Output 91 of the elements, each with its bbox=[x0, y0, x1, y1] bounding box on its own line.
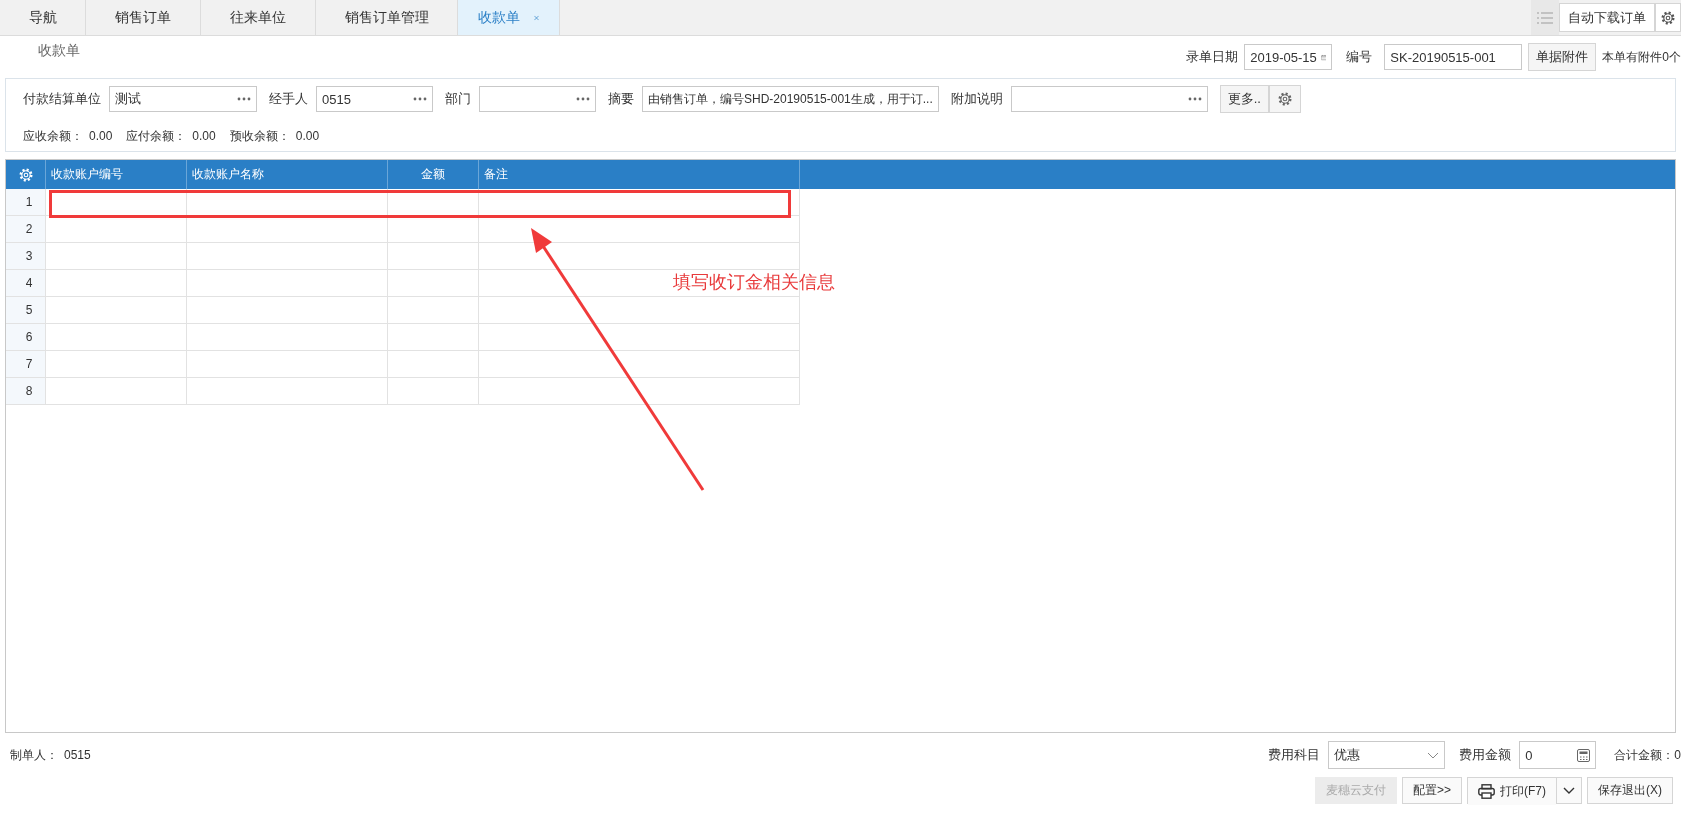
grid-cell[interactable] bbox=[46, 216, 187, 243]
tab[interactable]: 往来单位 bbox=[201, 0, 316, 35]
row-number: 8 bbox=[6, 378, 46, 405]
grid-cell[interactable] bbox=[187, 351, 388, 378]
fee-amount-field[interactable]: 0 bbox=[1519, 741, 1597, 769]
creator-label: 制单人： bbox=[10, 747, 58, 762]
grid-cell[interactable] bbox=[187, 297, 388, 324]
input-field[interactable] bbox=[479, 86, 596, 112]
balance-value: 0.00 bbox=[192, 129, 216, 143]
list-icon[interactable] bbox=[1537, 11, 1553, 24]
grid-cell[interactable] bbox=[479, 351, 800, 378]
tab[interactable]: 收款单 bbox=[458, 0, 560, 35]
more-icon[interactable] bbox=[1187, 97, 1202, 101]
grid-cell[interactable] bbox=[388, 378, 479, 405]
row-number: 7 bbox=[6, 351, 46, 378]
row-number: 4 bbox=[6, 270, 46, 297]
printer-icon[interactable] bbox=[1478, 784, 1495, 799]
grid-cell[interactable] bbox=[388, 351, 479, 378]
total-label: 合计金额： bbox=[1614, 747, 1675, 762]
grid-cell[interactable] bbox=[46, 189, 187, 216]
grid-cell[interactable] bbox=[479, 378, 800, 405]
column-header: 金额 bbox=[388, 160, 479, 189]
settings-icon[interactable] bbox=[1277, 91, 1293, 107]
attachment-note: 本单有附件0个 bbox=[1602, 48, 1681, 66]
more-button[interactable]: 更多.. bbox=[1219, 85, 1269, 113]
row-number: 3 bbox=[6, 243, 46, 270]
grid-cell[interactable] bbox=[187, 270, 388, 297]
more-icon[interactable] bbox=[413, 97, 427, 101]
balance-label: 应收余额： bbox=[23, 129, 83, 143]
number-label: 编号 bbox=[1346, 48, 1373, 66]
fee-subject-select[interactable]: 优惠 bbox=[1328, 741, 1446, 769]
grid-cell[interactable] bbox=[479, 297, 800, 324]
grid-cell[interactable] bbox=[388, 243, 479, 270]
action-button[interactable]: 保存退出(X) bbox=[1587, 777, 1673, 804]
date-label: 录单日期 bbox=[1186, 48, 1239, 66]
grid-cell[interactable] bbox=[388, 216, 479, 243]
column-header: 备注 bbox=[479, 160, 800, 189]
grid-cell[interactable] bbox=[187, 216, 388, 243]
grid-cell[interactable] bbox=[388, 297, 479, 324]
download-orders-button[interactable]: 自动下载订单 bbox=[1559, 3, 1655, 32]
balance-value: 0.00 bbox=[295, 129, 320, 143]
grid-cell[interactable] bbox=[388, 324, 479, 351]
chevron-down-icon[interactable] bbox=[1563, 787, 1575, 794]
total-value: 0 bbox=[1674, 747, 1681, 762]
balance-label: 应付余额： bbox=[126, 129, 187, 143]
grid-cell[interactable] bbox=[46, 378, 187, 405]
input-field[interactable] bbox=[1010, 86, 1208, 112]
tab[interactable]: 导航 bbox=[0, 0, 86, 35]
grid-cell[interactable] bbox=[187, 243, 388, 270]
grid-cell[interactable] bbox=[479, 270, 800, 297]
grid-cell[interactable] bbox=[479, 324, 800, 351]
row-number: 5 bbox=[6, 297, 46, 324]
field-label: 部门 bbox=[445, 90, 471, 108]
grid-cell[interactable] bbox=[46, 351, 187, 378]
balance-label: 预收余额： bbox=[229, 129, 290, 143]
creator-value: 0515 bbox=[64, 747, 91, 762]
more-icon[interactable] bbox=[237, 97, 251, 101]
action-button[interactable]: 配置>> bbox=[1402, 777, 1462, 804]
attachment-button[interactable]: 单据附件 bbox=[1528, 43, 1597, 71]
grid-cell[interactable] bbox=[388, 270, 479, 297]
input-field[interactable]: 0515 bbox=[316, 86, 433, 112]
calculator-icon[interactable] bbox=[1577, 748, 1591, 762]
row-number: 1 bbox=[6, 189, 46, 216]
field-label: 付款结算单位 bbox=[23, 90, 101, 108]
number-field[interactable]: SK-20190515-001 bbox=[1384, 44, 1523, 70]
page-title: 收款单 bbox=[38, 42, 80, 60]
fee-amount-label: 费用金额 bbox=[1459, 746, 1512, 764]
column-settings-icon[interactable] bbox=[17, 166, 34, 183]
column-header: 收款账户名称 bbox=[187, 160, 388, 189]
tab[interactable]: 销售订单 bbox=[86, 0, 201, 35]
field-label: 摘要 bbox=[608, 90, 634, 108]
field-label: 附加说明 bbox=[950, 90, 1003, 108]
more-icon[interactable] bbox=[576, 97, 590, 101]
balance-value: 0.00 bbox=[89, 129, 113, 143]
input-field[interactable]: 测试 bbox=[109, 86, 257, 112]
grid-cell[interactable] bbox=[187, 378, 388, 405]
fee-subject-label: 费用科目 bbox=[1268, 746, 1321, 764]
row-number: 6 bbox=[6, 324, 46, 351]
settings-icon[interactable] bbox=[1660, 9, 1676, 26]
column-header: 收款账户编号 bbox=[46, 160, 187, 189]
grid-cell[interactable] bbox=[46, 270, 187, 297]
row-number: 2 bbox=[6, 216, 46, 243]
print-button[interactable]: 打印(F7) bbox=[1468, 778, 1556, 805]
grid-cell[interactable] bbox=[46, 297, 187, 324]
input-field[interactable]: 由销售订单，编号SHD-20190515-001生成，用于订... bbox=[642, 86, 939, 112]
grid-cell[interactable] bbox=[46, 243, 187, 270]
grid-cell[interactable] bbox=[187, 324, 388, 351]
annotation-text: 填写收订金相关信息 bbox=[673, 270, 835, 294]
grid-cell[interactable] bbox=[46, 324, 187, 351]
field-label: 经手人 bbox=[269, 90, 308, 108]
date-field[interactable]: 2019-05-15 bbox=[1244, 44, 1333, 70]
